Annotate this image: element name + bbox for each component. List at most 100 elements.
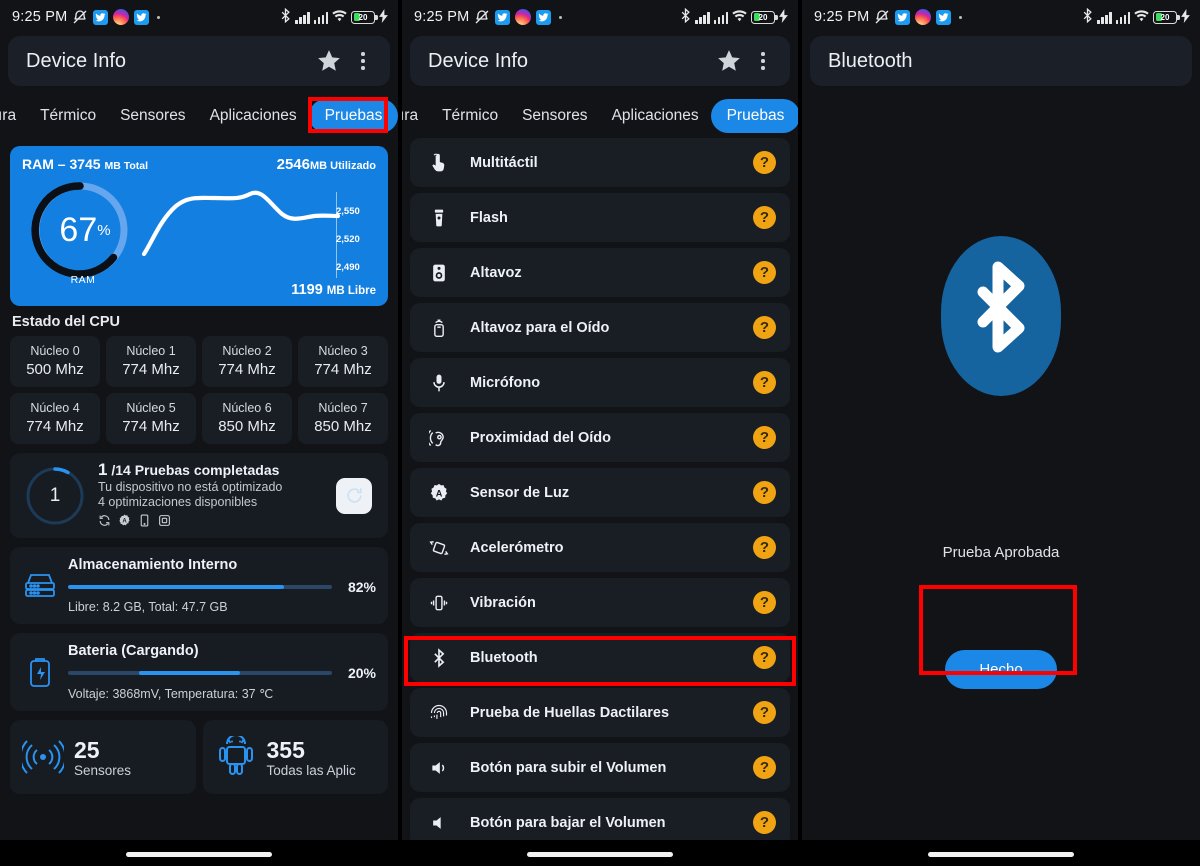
list-item[interactable]: Altavoz para el Oído ? [410, 303, 790, 352]
ram-used-value: 2546 [276, 156, 310, 173]
status-badge[interactable]: ? [753, 261, 776, 284]
status-badge[interactable]: ? [753, 481, 776, 504]
list-item[interactable]: A Sensor de Luz ? [410, 468, 790, 517]
dot-icon [157, 15, 161, 19]
battery-icon: 20 [751, 10, 778, 24]
tests-summary-info: 1 /14 Pruebas completadas Tu dispositivo… [86, 460, 336, 532]
status-badge[interactable]: ? [753, 151, 776, 174]
list-item[interactable]: Vibración ? [410, 578, 790, 627]
list-item[interactable]: Proximidad del Oído ? [410, 413, 790, 462]
page-title: Device Info [26, 49, 127, 72]
status-badge[interactable]: ? [753, 646, 776, 669]
list-item[interactable]: Acelerómetro ? [410, 523, 790, 572]
star-icon[interactable] [716, 48, 742, 74]
sensors-label: Sensores [74, 762, 132, 778]
page-title: Bluetooth [828, 49, 913, 72]
app-bar: Device Info [8, 36, 390, 86]
phone-icon [138, 514, 151, 532]
apps-stat-card[interactable]: 355 Todas las Aplic [202, 720, 388, 794]
battery-title: Bateria (Cargando) [68, 643, 199, 659]
tab-sensores[interactable]: Sensores [510, 100, 599, 132]
status-bar-time: 9:25 PM [414, 9, 470, 25]
bell-muted-icon [474, 9, 490, 25]
home-indicator [126, 852, 272, 857]
cpu-core: Núcleo 4 774 Mhz [10, 393, 100, 444]
apps-label: Todas las Aplic [266, 762, 356, 778]
list-item[interactable]: Prueba de Huellas Dactilares ? [410, 688, 790, 737]
tab-sensores[interactable]: Sensores [108, 100, 197, 132]
status-badge[interactable]: ? [753, 206, 776, 229]
storage-drive-icon [22, 568, 58, 604]
ram-total-value: RAM – 3745 [22, 156, 101, 172]
tests-sub-line-2: 4 optimizaciones disponibles [98, 495, 258, 509]
ram-chart-yticks: 2,550 2,520 2,490 [336, 206, 360, 273]
sensors-stat-card[interactable]: 25 Sensores [10, 720, 196, 794]
list-item[interactable]: Multitáctil ? [410, 138, 790, 187]
status-badge[interactable]: ? [753, 701, 776, 724]
refresh-button[interactable] [336, 477, 372, 514]
screen-tests-list: 9:25 PM 20 Device Info ıra Térmico Senso… [400, 0, 800, 866]
instagram-icon [113, 9, 130, 25]
instagram-icon [515, 9, 532, 25]
done-button[interactable]: Hecho [945, 650, 1057, 689]
apps-count: 355 [266, 736, 305, 763]
star-icon[interactable] [316, 48, 342, 74]
tab-camera[interactable]: ıra [402, 100, 430, 132]
kebab-menu-icon[interactable] [750, 52, 776, 70]
list-item[interactable]: Micrófono ? [410, 358, 790, 407]
cpu-core: Núcleo 1 774 Mhz [106, 336, 196, 387]
storage-title: Almacenamiento Interno [68, 557, 238, 573]
status-bar: 9:25 PM 20 [0, 0, 398, 34]
cpu-core: Núcleo 6 850 Mhz [202, 393, 292, 444]
microphone-icon [426, 373, 452, 393]
tests-ring-value: 1 [49, 484, 61, 506]
tab-camera[interactable]: ıra [0, 100, 28, 132]
tab-aplicaciones[interactable]: Aplicaciones [600, 100, 711, 132]
ram-free-value: 1199 [291, 282, 323, 298]
optimization-icons: A [98, 514, 336, 532]
storage-percent: 82% [347, 579, 376, 595]
flashlight-icon [426, 208, 452, 228]
battery-level: 20 [758, 12, 768, 22]
status-badge[interactable]: ? [753, 811, 776, 834]
status-badge[interactable]: ? [753, 536, 776, 559]
tab-aplicaciones[interactable]: Aplicaciones [198, 100, 309, 132]
tab-termico[interactable]: Térmico [28, 100, 108, 132]
bluetooth-icon [280, 7, 291, 26]
ram-gauge-label: RAM [70, 274, 96, 286]
ram-used: 2546MB Utilizado [277, 156, 376, 173]
status-badge[interactable]: ? [753, 756, 776, 779]
bluetooth-logo-icon [941, 236, 1061, 396]
tests-summary-card[interactable]: 1 1 /14 Pruebas completadas Tu dispositi… [10, 453, 388, 538]
kebab-menu-icon[interactable] [350, 52, 376, 70]
tab-termico[interactable]: Térmico [430, 100, 510, 132]
signal-bars-icon [695, 11, 710, 24]
test-result-text: Prueba Aprobada [942, 543, 1060, 561]
list-item[interactable]: Flash ? [410, 193, 790, 242]
status-badge[interactable]: ? [753, 316, 776, 339]
tab-pruebas[interactable]: Pruebas [308, 99, 398, 133]
multitouch-icon [426, 153, 452, 173]
battery-icon: 20 [351, 10, 378, 24]
battery-icon: 20 [1153, 10, 1180, 24]
wifi-icon [332, 9, 347, 25]
sync-icon [98, 514, 111, 532]
home-indicator [527, 852, 673, 857]
ram-card: RAM – 3745 MB Total 2546MB Utilizado 67%… [10, 146, 388, 306]
cpu-status-heading: Estado del CPU [12, 314, 120, 330]
status-badge[interactable]: ? [753, 426, 776, 449]
charging-bolt-icon [1181, 8, 1190, 26]
list-item[interactable]: Botón para subir el Volumen ? [410, 743, 790, 792]
battery-row[interactable]: Bateria (Cargando) 20% Voltaje: 3868mV, … [10, 633, 388, 711]
list-item-bluetooth[interactable]: Bluetooth ? [410, 633, 790, 682]
storage-row[interactable]: Almacenamiento Interno 82% Libre: 8.2 GB… [10, 547, 388, 624]
battery-progress-bar [68, 671, 332, 675]
ram-sparkline-chart [142, 190, 340, 257]
status-bar-time: 9:25 PM [814, 9, 870, 25]
status-badge[interactable]: ? [753, 591, 776, 614]
status-badge[interactable]: ? [753, 371, 776, 394]
list-item[interactable]: Altavoz ? [410, 248, 790, 297]
status-bar: 9:25 PM 20 [402, 0, 798, 34]
sensor-waves-icon [22, 740, 64, 774]
tab-pruebas[interactable]: Pruebas [710, 99, 798, 133]
